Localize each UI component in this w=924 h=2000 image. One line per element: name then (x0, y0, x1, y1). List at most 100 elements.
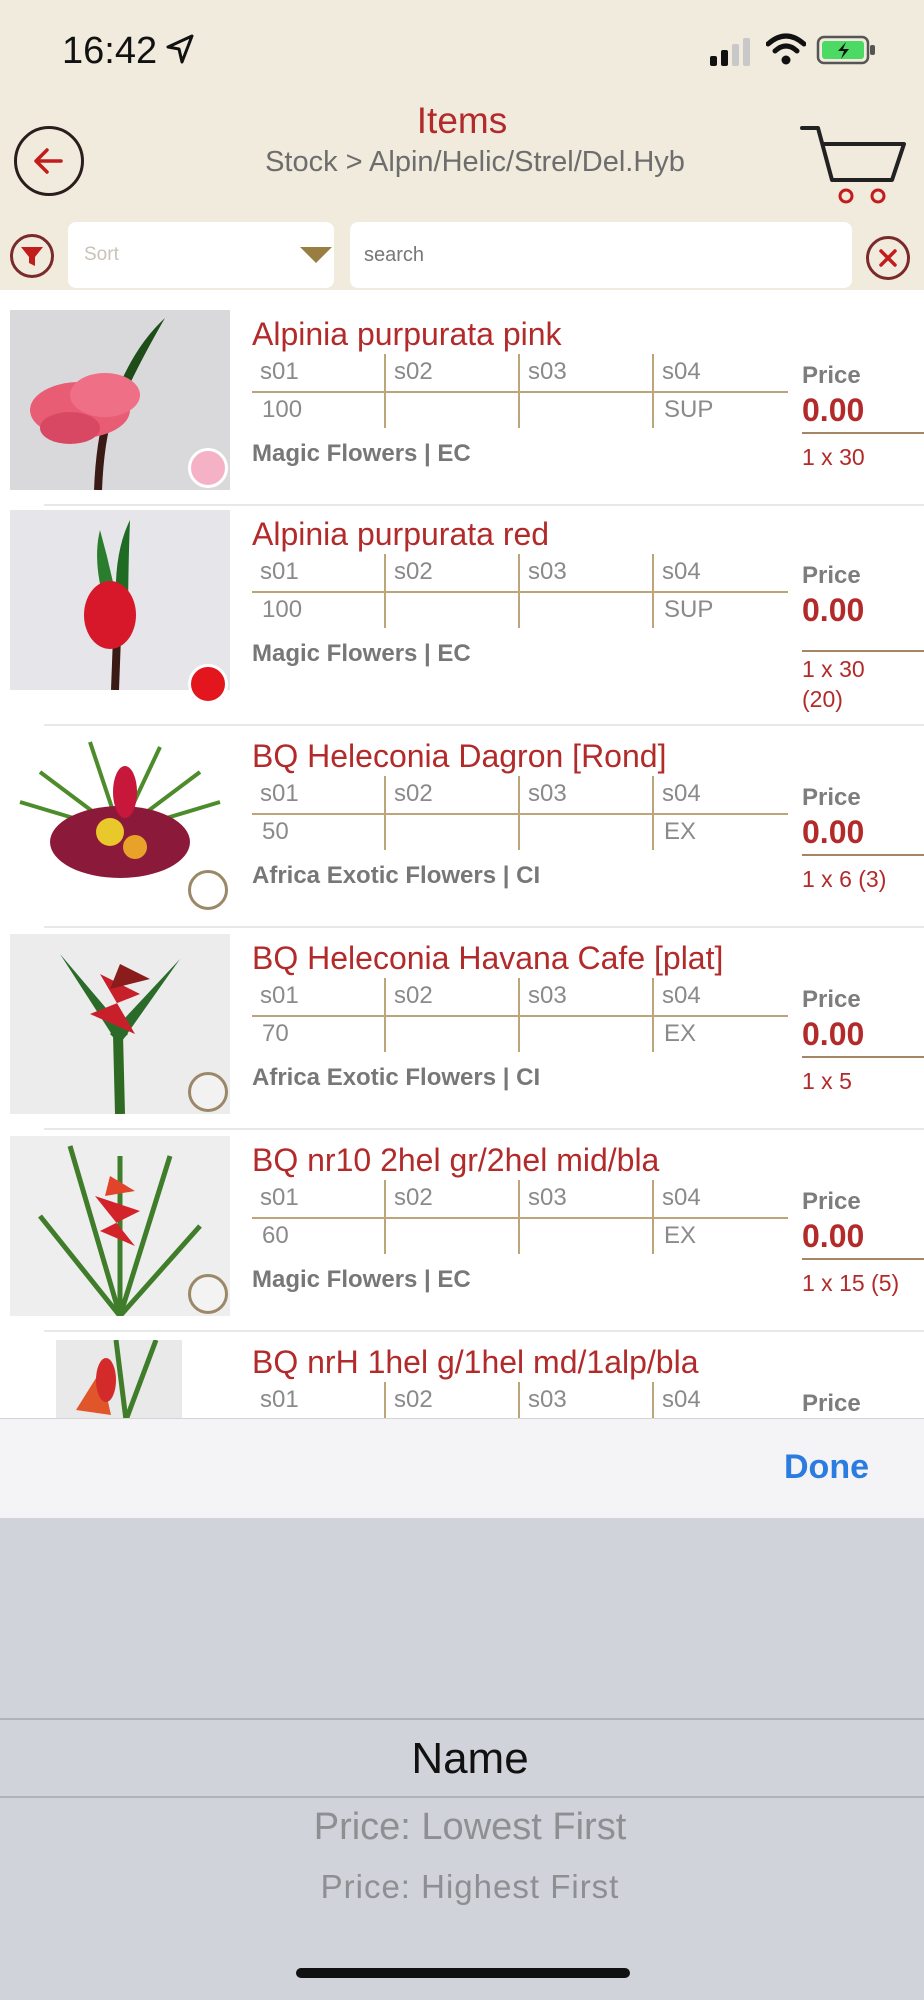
list-item[interactable]: Alpinia purpurata red s01 s02 s03 s04 10… (0, 492, 924, 712)
pack-quantity: 1 x 30 (20) (802, 656, 865, 712)
product-photo (56, 1340, 182, 1418)
col-header: s02 (394, 558, 433, 585)
col-header: s01 (260, 982, 299, 1009)
chevron-down-icon (300, 247, 332, 263)
flower-image (76, 1340, 159, 1418)
picker-option[interactable]: Price: Highest First (0, 1868, 924, 1906)
close-icon (879, 249, 897, 267)
price-label: Price (802, 562, 861, 589)
size-grid: s01 s02 s03 s04 (252, 1382, 788, 1418)
col-header: s01 (260, 1386, 299, 1413)
selection-radio[interactable] (188, 1072, 228, 1112)
price-label: Price (802, 1188, 861, 1215)
price-value: 0.00 (802, 592, 865, 628)
product-photo (10, 510, 230, 690)
pack-quantity: 1 x 15 (5) (802, 1270, 900, 1296)
list-item[interactable]: BQ nrH 1hel g/1hel md/1alp/bla s01 s02 s… (0, 1320, 924, 1418)
col-header: s01 (260, 1184, 299, 1211)
col-header: s04 (662, 780, 701, 807)
supplier-label: Magic Flowers | EC (252, 1266, 471, 1293)
item-name: BQ nrH 1hel g/1hel md/1alp/bla (252, 1344, 699, 1380)
item-name: Alpinia purpurata red (252, 516, 550, 552)
size-grid: s01 s02 s03 s04 60 EX (252, 1180, 788, 1254)
list-item[interactable]: Alpinia purpurata pink s01 s02 s03 s04 1… (0, 292, 924, 502)
col-header: s02 (394, 358, 433, 385)
wifi-icon (766, 33, 806, 65)
item-name: BQ nr10 2hel gr/2hel mid/bla (252, 1142, 660, 1178)
col-header: s04 (662, 358, 701, 385)
signal-icon (710, 38, 750, 66)
done-button[interactable]: Done (784, 1448, 869, 1487)
price-label: Price (802, 986, 861, 1013)
size-grid: s01 s02 s03 s04 50 EX (252, 776, 788, 850)
page-title: Items (416, 100, 508, 141)
pack-quantity: 1 x 6 (3) (802, 866, 887, 892)
price-value: 0.00 (802, 392, 865, 428)
flower-image (84, 520, 136, 690)
stock-s01: 50 (262, 818, 289, 845)
supplier-label: Africa Exotic Flowers | CI (252, 1064, 541, 1091)
col-header: s03 (528, 1184, 567, 1211)
selection-radio[interactable] (188, 664, 228, 704)
item-name: Alpinia purpurata pink (252, 316, 562, 352)
list-item[interactable]: BQ Heleconia Dagron [Rond] s01 s02 s03 s… (0, 714, 924, 914)
picker-selection-bottom (0, 1796, 924, 1798)
price-label: Price (802, 362, 861, 389)
col-header: s03 (528, 982, 567, 1009)
col-header: s04 (662, 1386, 701, 1413)
price-value: 0.00 (802, 1016, 865, 1052)
stock-s01: 100 (262, 396, 303, 423)
col-header: s02 (394, 1184, 433, 1211)
filter-icon (21, 247, 43, 266)
picker-option[interactable]: Price: Lowest First (0, 1806, 924, 1849)
search-placeholder: search (364, 244, 425, 266)
list-item[interactable]: BQ nr10 2hel gr/2hel mid/bla s01 s02 s03… (0, 1118, 924, 1318)
cart-icon[interactable] (800, 124, 908, 208)
pack-quantity: 1 x 30 (802, 444, 865, 470)
search-input[interactable] (350, 222, 852, 288)
size-grid: s01 s02 s03 s04 100 SUP (252, 354, 788, 428)
size-grid: s01 s02 s03 s04 100 SUP (252, 554, 788, 628)
supplier-label: Africa Exotic Flowers | CI (252, 862, 541, 889)
sort-placeholder: Sort (84, 244, 119, 265)
pack-quantity: 1 x 5 (802, 1068, 852, 1094)
col-header: s02 (394, 780, 433, 807)
col-header: s04 (662, 982, 701, 1009)
price-value: 0.00 (802, 814, 865, 850)
status-time: 16:42 (62, 30, 158, 72)
breadcrumb: Stock > Alpin/Helic/Strel/Del.Hyb (265, 146, 685, 178)
filter-button[interactable] (10, 234, 54, 278)
col-header: s03 (528, 1386, 567, 1413)
home-indicator (296, 1968, 630, 1978)
col-header: s01 (260, 558, 299, 585)
price-label: Price (802, 784, 861, 811)
col-header: s01 (260, 358, 299, 385)
picker-option-selected[interactable]: Name (0, 1734, 924, 1784)
stock-s04: EX (664, 1222, 697, 1249)
col-header: s03 (528, 358, 567, 385)
supplier-label: Magic Flowers | EC (252, 640, 471, 667)
item-name: BQ Heleconia Havana Cafe [plat] (252, 940, 724, 976)
stock-s04: SUP (664, 596, 714, 623)
list-item[interactable]: BQ Heleconia Havana Cafe [plat] s01 s02 … (0, 916, 924, 1116)
battery-icon (816, 35, 875, 65)
stock-s01: 60 (262, 1222, 289, 1249)
price-value: 0.00 (802, 1218, 865, 1254)
clear-search-button[interactable] (866, 236, 910, 280)
col-header: s02 (394, 1386, 433, 1413)
supplier-label: Magic Flowers | EC (252, 440, 471, 467)
col-header: s04 (662, 1184, 701, 1211)
selection-radio[interactable] (188, 1274, 228, 1314)
stock-s01: 70 (262, 1020, 289, 1047)
col-header: s04 (662, 558, 701, 585)
stock-s04: EX (664, 1020, 697, 1047)
stock-s01: 100 (262, 596, 303, 623)
item-name: BQ Heleconia Dagron [Rond] (252, 738, 667, 774)
size-grid: s01 s02 s03 s04 70 EX (252, 978, 788, 1052)
col-header: s03 (528, 558, 567, 585)
selection-radio[interactable] (188, 870, 228, 910)
location-icon (166, 34, 194, 64)
stock-s04: EX (664, 818, 697, 845)
stock-s04: SUP (664, 396, 714, 423)
selection-radio[interactable] (188, 448, 228, 488)
